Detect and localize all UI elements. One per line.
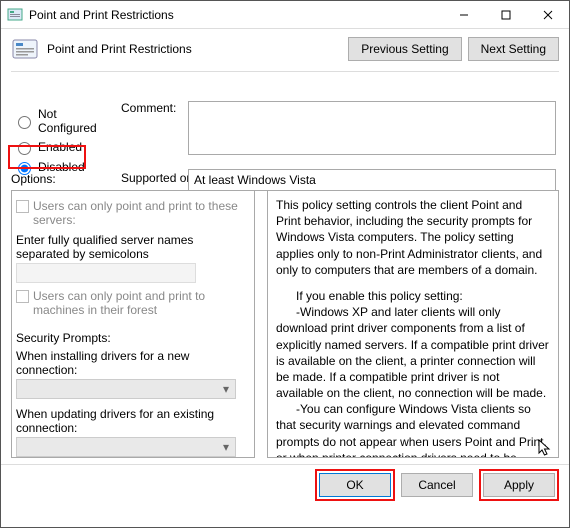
checkbox-forest: Users can only point and print to machin… <box>16 289 250 317</box>
policy-icon <box>7 7 23 23</box>
window-title: Point and Print Restrictions <box>29 8 443 22</box>
radio-not-configured-input[interactable] <box>18 116 31 129</box>
help-panel[interactable]: This policy setting controls the client … <box>267 190 559 458</box>
dialog-window: Point and Print Restrictions Point and P… <box>0 0 570 528</box>
comment-textarea[interactable] <box>188 101 556 155</box>
help-p1: This policy setting controls the client … <box>276 197 550 278</box>
help-p2a: -Windows XP and later clients will only … <box>276 304 550 401</box>
supported-on-box: At least Windows Vista <box>188 169 556 191</box>
cancel-button[interactable]: Cancel <box>401 473 473 497</box>
titlebar: Point and Print Restrictions <box>1 1 569 29</box>
checkbox-servers-box <box>16 200 29 213</box>
previous-setting-button[interactable]: Previous Setting <box>348 37 461 61</box>
checkbox-servers-label: Users can only point and print to these … <box>33 199 250 227</box>
supported-on-value: At least Windows Vista <box>194 173 550 187</box>
header-title: Point and Print Restrictions <box>47 42 348 56</box>
radio-not-configured[interactable]: Not Configured <box>13 107 113 135</box>
radio-not-configured-label: Not Configured <box>38 107 113 135</box>
updating-combo: ▾ <box>16 437 236 457</box>
chevron-down-icon: ▾ <box>217 382 235 396</box>
supported-on-label: Supported on: <box>121 171 196 185</box>
radio-disabled-input[interactable] <box>18 162 31 175</box>
radio-enabled-label: Enabled <box>38 140 82 154</box>
chevron-down-icon: ▾ <box>217 440 235 454</box>
help-p2b: -You can configure Windows Vista clients… <box>276 401 550 458</box>
fqdn-label: Enter fully qualified server names separ… <box>16 233 250 261</box>
radio-enabled-input[interactable] <box>18 142 31 155</box>
help-p2: If you enable this policy setting: <box>276 288 550 304</box>
installing-combo: ▾ <box>16 379 236 399</box>
security-prompts-label: Security Prompts: <box>16 331 250 345</box>
installing-label: When installing drivers for a new connec… <box>16 349 250 377</box>
policy-large-icon <box>11 37 41 61</box>
radio-disabled[interactable]: Disabled <box>13 159 113 175</box>
comment-label: Comment: <box>121 101 176 115</box>
next-setting-button[interactable]: Next Setting <box>468 37 559 61</box>
checkbox-forest-label: Users can only point and print to machin… <box>33 289 250 317</box>
apply-button[interactable]: Apply <box>483 473 555 497</box>
radio-enabled[interactable]: Enabled <box>13 139 113 155</box>
footer: OK Cancel Apply <box>1 464 569 504</box>
header: Point and Print Restrictions Previous Se… <box>1 29 569 69</box>
ok-button[interactable]: OK <box>319 473 391 497</box>
radio-disabled-label: Disabled <box>38 160 85 174</box>
divider <box>11 71 559 72</box>
fqdn-input <box>16 263 196 283</box>
close-button[interactable] <box>527 1 569 28</box>
minimize-button[interactable] <box>443 1 485 28</box>
checkbox-servers: Users can only point and print to these … <box>16 199 250 227</box>
updating-label: When updating drivers for an existing co… <box>16 407 250 435</box>
state-radios: Not Configured Enabled Disabled <box>13 103 113 179</box>
maximize-button[interactable] <box>485 1 527 28</box>
checkbox-forest-box <box>16 290 29 303</box>
options-panel[interactable]: Users can only point and print to these … <box>11 190 255 458</box>
